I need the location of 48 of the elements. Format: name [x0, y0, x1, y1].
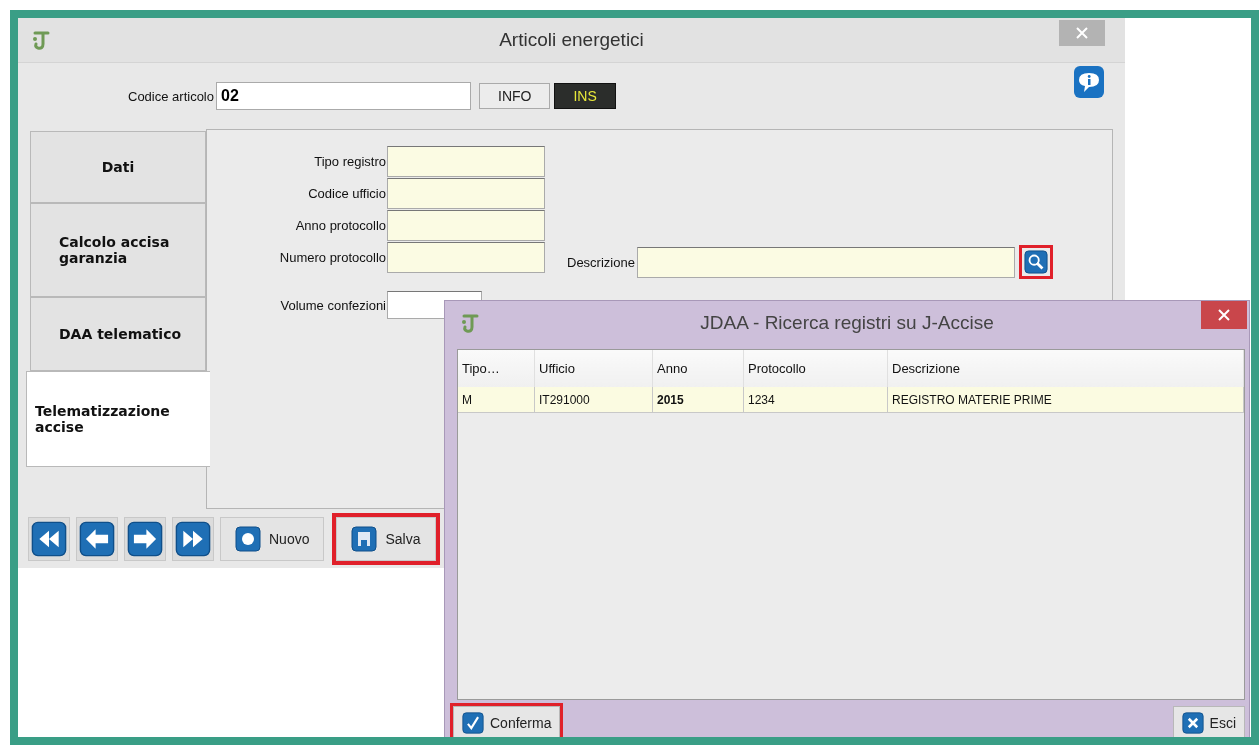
field-label: Volume confezioni: [279, 297, 387, 313]
mode-button[interactable]: INFO: [479, 83, 551, 109]
window-title: Articoli energetici: [499, 29, 644, 50]
confirm-button[interactable]: Conferma: [453, 706, 561, 737]
close-icon: [1076, 27, 1088, 39]
first-record-button[interactable]: [28, 517, 70, 561]
input-field[interactable]: [387, 242, 545, 273]
search-button[interactable]: [1018, 245, 1053, 279]
column-header[interactable]: Descrizione: [887, 350, 1244, 387]
table-cell[interactable]: 2015: [652, 387, 744, 413]
app-logo-icon: [30, 29, 52, 51]
tab[interactable]: Telematizzazione accise: [26, 371, 210, 467]
tab[interactable]: Dati: [30, 131, 206, 203]
field-label: Tipo registro: [313, 154, 387, 169]
new-button[interactable]: Nuovo: [220, 517, 325, 561]
article-code-field[interactable]: 02: [216, 82, 471, 110]
input-field[interactable]: [387, 178, 545, 209]
next-record-button[interactable]: [124, 517, 166, 561]
info-bubble-icon[interactable]: [1073, 65, 1105, 99]
table-cell[interactable]: M: [458, 387, 535, 413]
field-label: Numero protocollo: [278, 250, 387, 265]
column-header[interactable]: Anno: [652, 350, 744, 387]
mode-button[interactable]: INS: [554, 83, 616, 109]
column-header[interactable]: Protocollo: [743, 350, 888, 387]
table-cell[interactable]: REGISTRO MATERIE PRIME: [887, 387, 1244, 413]
app-logo-icon: [459, 312, 481, 334]
tab[interactable]: DAA telematico: [30, 297, 206, 371]
field-label: Codice articolo: [127, 88, 214, 104]
column-header[interactable]: Ufficio: [534, 350, 653, 387]
field-label: Descrizione: [567, 254, 635, 270]
dialog-title: JDAA - Ricerca registri su J-Accise: [700, 312, 994, 333]
close-icon: [1218, 309, 1230, 321]
input-field[interactable]: [387, 146, 545, 177]
field-label: Anno protocollo: [294, 218, 387, 233]
tab[interactable]: Calcolo accisa garanzia: [30, 203, 206, 297]
exit-button[interactable]: Esci: [1172, 706, 1245, 737]
close-button[interactable]: [1201, 301, 1247, 329]
field-label: Codice ufficio: [307, 186, 387, 201]
x-mark-icon: [1181, 712, 1204, 734]
input-field[interactable]: [387, 210, 545, 241]
description-field[interactable]: [636, 246, 1015, 278]
column-header[interactable]: Tipo…: [458, 350, 535, 387]
table-cell[interactable]: 1234: [743, 387, 888, 413]
previous-record-button[interactable]: [76, 517, 118, 561]
last-record-button[interactable]: [172, 517, 214, 561]
checkmark-icon: [462, 712, 484, 734]
search-icon: [1023, 250, 1048, 274]
table-cell[interactable]: IT291000: [534, 387, 653, 413]
